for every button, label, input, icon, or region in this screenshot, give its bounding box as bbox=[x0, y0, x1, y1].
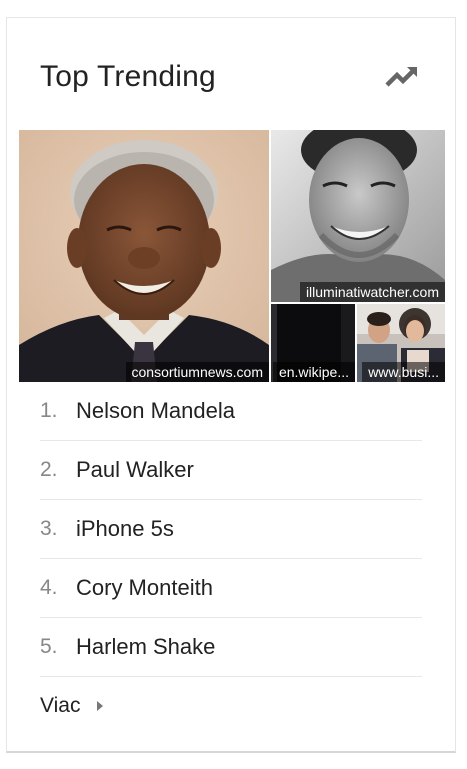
trending-item[interactable]: 4. Cory Monteith bbox=[40, 559, 422, 618]
trending-up-icon[interactable] bbox=[385, 65, 419, 89]
image-source-caption[interactable]: www.busi... bbox=[362, 362, 445, 382]
image-tile-mandela[interactable]: consortiumnews.com bbox=[19, 130, 269, 382]
trending-rank: 3. bbox=[40, 517, 58, 540]
trending-item[interactable]: 3. iPhone 5s bbox=[40, 500, 422, 559]
image-tile-business[interactable]: www.busi... bbox=[357, 304, 445, 382]
image-source-caption[interactable]: en.wikipe... bbox=[272, 362, 355, 382]
trending-item[interactable]: 2. Paul Walker bbox=[40, 441, 422, 500]
trending-item[interactable]: 5. Harlem Shake bbox=[40, 618, 422, 677]
trending-rank: 5. bbox=[40, 635, 58, 658]
image-collage: consortiumnews.com illuminatiwatcher.com… bbox=[19, 130, 445, 382]
trending-rank: 2. bbox=[40, 458, 58, 481]
image-tile-wikipedia[interactable]: en.wikipe... bbox=[271, 304, 355, 382]
portrait-photo bbox=[19, 130, 269, 382]
portrait-photo bbox=[271, 130, 445, 302]
image-tile-walker[interactable]: illuminatiwatcher.com bbox=[271, 130, 445, 302]
trending-name[interactable]: Paul Walker bbox=[76, 457, 194, 483]
image-source-caption[interactable]: consortiumnews.com bbox=[125, 362, 269, 382]
trending-list: 1. Nelson Mandela 2. Paul Walker 3. iPho… bbox=[40, 382, 422, 677]
trending-rank: 1. bbox=[40, 399, 58, 422]
trending-name[interactable]: Nelson Mandela bbox=[76, 398, 235, 424]
card-title: Top Trending bbox=[40, 60, 216, 93]
trending-name[interactable]: Harlem Shake bbox=[76, 634, 215, 660]
trending-item[interactable]: 1. Nelson Mandela bbox=[40, 382, 422, 441]
trending-name[interactable]: iPhone 5s bbox=[76, 516, 174, 542]
trending-name[interactable]: Cory Monteith bbox=[76, 575, 213, 601]
more-link[interactable]: Viac bbox=[40, 694, 103, 724]
image-source-caption[interactable]: illuminatiwatcher.com bbox=[299, 282, 445, 302]
triangle-right-icon bbox=[96, 701, 103, 711]
more-label[interactable]: Viac bbox=[40, 694, 80, 717]
trending-rank: 4. bbox=[40, 576, 58, 599]
top-trending-card: Top Trending consortiumnews.com illumina… bbox=[6, 17, 456, 753]
card-header: Top Trending bbox=[7, 18, 455, 130]
